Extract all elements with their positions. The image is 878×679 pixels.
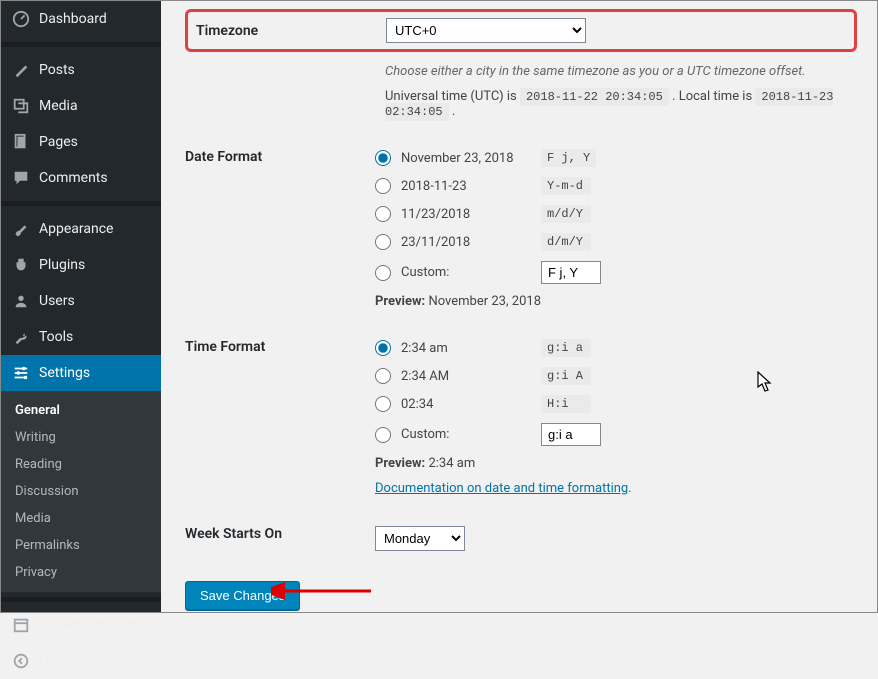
sidebar-item-scheduled[interactable]: Scheduled Posts bbox=[1, 607, 161, 643]
time-preview: Preview: 2:34 am bbox=[375, 456, 857, 471]
timezone-description: Choose either a city in the same timezon… bbox=[385, 64, 857, 79]
time-radio-0[interactable] bbox=[375, 340, 391, 356]
sidebar-label: Plugins bbox=[39, 257, 85, 273]
sliders-icon bbox=[11, 363, 31, 383]
week-select[interactable]: Monday bbox=[375, 526, 465, 551]
date-opt-0[interactable]: November 23, 2018F j, Y bbox=[375, 149, 857, 167]
media-icon bbox=[11, 96, 31, 116]
date-format-label: Date Format bbox=[185, 149, 375, 165]
sidebar-item-comments[interactable]: Comments bbox=[1, 160, 161, 196]
timezone-highlight: Timezone UTC+0 bbox=[185, 9, 857, 52]
time-opt-2[interactable]: 02:34H:i bbox=[375, 395, 857, 413]
week-label: Week Starts On bbox=[185, 526, 375, 542]
sidebar-item-posts[interactable]: Posts bbox=[1, 52, 161, 88]
date-preview: Preview: November 23, 2018 bbox=[375, 294, 857, 309]
user-icon bbox=[11, 291, 31, 311]
sidebar-label: Comments bbox=[39, 170, 108, 186]
main-content: Timezone UTC+0 Choose either a city in t… bbox=[161, 1, 877, 612]
sidebar-item-users[interactable]: Users bbox=[1, 283, 161, 319]
sub-reading[interactable]: Reading bbox=[1, 451, 161, 478]
sidebar-label: Scheduled Posts bbox=[39, 617, 143, 633]
sidebar-label: Tools bbox=[39, 329, 73, 345]
date-opt-custom[interactable]: Custom: bbox=[375, 261, 857, 284]
utc-time-value: 2018-11-22 20:34:05 bbox=[520, 88, 669, 106]
date-opt-1[interactable]: 2018-11-23Y-m-d bbox=[375, 177, 857, 195]
sidebar-item-settings[interactable]: Settings bbox=[1, 355, 161, 391]
sidebar-item-tools[interactable]: Tools bbox=[1, 319, 161, 355]
sub-discussion[interactable]: Discussion bbox=[1, 478, 161, 505]
sub-permalinks[interactable]: Permalinks bbox=[1, 532, 161, 559]
page-icon bbox=[11, 132, 31, 152]
sidebar-item-media[interactable]: Media bbox=[1, 88, 161, 124]
time-opt-custom[interactable]: Custom: bbox=[375, 423, 857, 446]
date-radio-2[interactable] bbox=[375, 206, 391, 222]
sidebar-item-dashboard[interactable]: Dashboard bbox=[1, 1, 161, 37]
sidebar-label: Dashboard bbox=[39, 11, 107, 27]
sidebar-label: Users bbox=[39, 293, 75, 309]
calendar-icon bbox=[11, 615, 31, 635]
date-radio-1[interactable] bbox=[375, 178, 391, 194]
sidebar-label: Media bbox=[39, 98, 78, 114]
time-radio-2[interactable] bbox=[375, 396, 391, 412]
sidebar-label: Appearance bbox=[39, 221, 113, 237]
wrench-icon bbox=[11, 327, 31, 347]
date-opt-3[interactable]: 23/11/2018d/m/Y bbox=[375, 233, 857, 251]
time-custom-input[interactable] bbox=[541, 423, 601, 446]
sidebar-label: Settings bbox=[39, 365, 90, 381]
sidebar-item-plugins[interactable]: Plugins bbox=[1, 247, 161, 283]
dashboard-icon bbox=[11, 9, 31, 29]
date-opt-2[interactable]: 11/23/2018m/d/Y bbox=[375, 205, 857, 223]
sidebar-label: Collapse menu bbox=[39, 653, 132, 669]
sub-privacy[interactable]: Privacy bbox=[1, 559, 161, 586]
collapse-icon bbox=[11, 651, 31, 671]
sidebar-item-appearance[interactable]: Appearance bbox=[1, 211, 161, 247]
timezone-select[interactable]: UTC+0 bbox=[386, 18, 586, 43]
sidebar-item-pages[interactable]: Pages bbox=[1, 124, 161, 160]
time-radio-1[interactable] bbox=[375, 368, 391, 384]
date-format-options: November 23, 2018F j, Y 2018-11-23Y-m-d … bbox=[375, 149, 857, 309]
date-radio-custom[interactable] bbox=[375, 265, 391, 281]
timezone-label: Timezone bbox=[196, 23, 386, 39]
doc-link[interactable]: Documentation on date and time formattin… bbox=[375, 481, 628, 496]
time-format-options: 2:34 amg:i a 2:34 AMg:i A 02:34H:i Custo… bbox=[375, 339, 857, 496]
pin-icon bbox=[11, 60, 31, 80]
settings-submenu: General Writing Reading Discussion Media… bbox=[1, 391, 161, 592]
time-info: Universal time (UTC) is 2018-11-22 20:34… bbox=[385, 89, 857, 119]
time-radio-custom[interactable] bbox=[375, 427, 391, 443]
brush-icon bbox=[11, 219, 31, 239]
admin-sidebar: Dashboard Posts Media Pages Comments App… bbox=[1, 1, 161, 612]
time-opt-1[interactable]: 2:34 AMg:i A bbox=[375, 367, 857, 385]
sub-media[interactable]: Media bbox=[1, 505, 161, 532]
date-custom-input[interactable] bbox=[541, 261, 601, 284]
sub-general[interactable]: General bbox=[1, 397, 161, 424]
time-opt-0[interactable]: 2:34 amg:i a bbox=[375, 339, 857, 357]
sub-writing[interactable]: Writing bbox=[1, 424, 161, 451]
save-button[interactable]: Save Changes bbox=[185, 581, 300, 610]
sidebar-label: Pages bbox=[39, 134, 78, 150]
date-radio-0[interactable] bbox=[375, 150, 391, 166]
collapse-menu[interactable]: Collapse menu bbox=[1, 643, 161, 679]
sidebar-label: Posts bbox=[39, 62, 75, 78]
comment-icon bbox=[11, 168, 31, 188]
time-format-label: Time Format bbox=[185, 339, 375, 355]
plug-icon bbox=[11, 255, 31, 275]
date-radio-3[interactable] bbox=[375, 234, 391, 250]
